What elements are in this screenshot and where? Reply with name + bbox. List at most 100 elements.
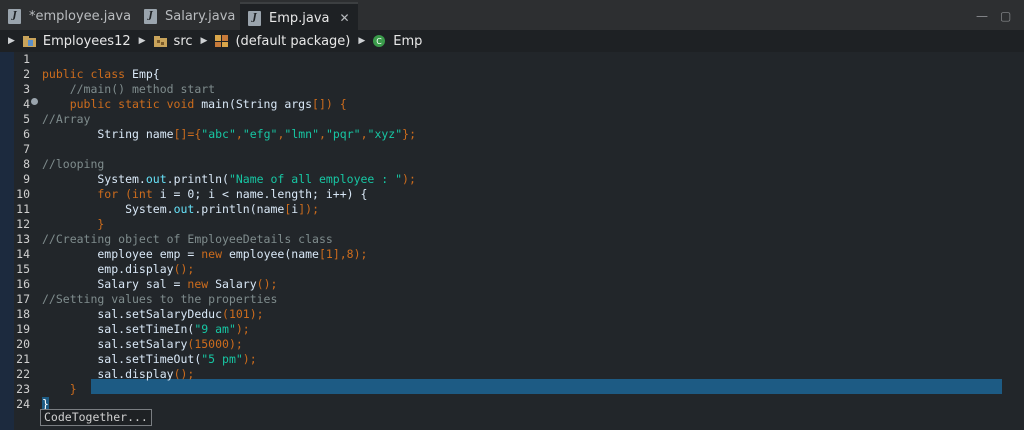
code-line: 9 System.out.println("Name of all employ… bbox=[0, 172, 1024, 187]
line-number: 17 bbox=[16, 292, 30, 306]
line-number: 8 bbox=[23, 157, 30, 171]
maximize-icon[interactable]: ▢ bbox=[1000, 9, 1011, 23]
code-text: System.out.println("Name of all employee… bbox=[42, 172, 416, 186]
code-text: } bbox=[42, 382, 77, 396]
tab-emp-java[interactable]: J Emp.java ✕ bbox=[240, 2, 358, 32]
code-text: sal.setSalaryDeduc(101); bbox=[42, 307, 264, 321]
breadcrumb-label: Emp bbox=[393, 33, 423, 49]
line-number: 19 bbox=[16, 322, 30, 336]
minimize-icon[interactable]: — bbox=[976, 9, 988, 23]
line-number: 7 bbox=[23, 142, 30, 156]
code-text: //main() method start bbox=[42, 82, 216, 96]
package-icon bbox=[215, 35, 229, 47]
code-line: 14 employee emp = new employee(name[1],8… bbox=[0, 247, 1024, 262]
code-line: 21 sal.setTimeOut("5 pm"); bbox=[0, 352, 1024, 367]
codetogether-hint[interactable]: CodeTogether... bbox=[40, 409, 152, 426]
code-text: for (int i = 0; i < name.length; i++) { bbox=[42, 187, 368, 201]
breadcrumb-label: Employees12 bbox=[42, 33, 131, 49]
class-icon: C bbox=[373, 35, 386, 47]
code-line: 23 } bbox=[0, 382, 1024, 397]
code-line: 10 for (int i = 0; i < name.length; i++)… bbox=[0, 187, 1024, 202]
line-number: 13 bbox=[16, 232, 30, 246]
code-text: System.out.println(name[i]); bbox=[42, 202, 320, 216]
tab-label: Salary.java bbox=[165, 8, 236, 24]
code-text: employee emp = new employee(name[1],8); bbox=[42, 247, 368, 261]
code-line: 3 //main() method start bbox=[0, 82, 1024, 97]
code-line: 15 emp.display(); bbox=[0, 262, 1024, 277]
code-text: Salary sal = new Salary(); bbox=[42, 277, 278, 291]
code-line: 19 sal.setTimeIn("9 am"); bbox=[0, 322, 1024, 337]
java-file-icon: J bbox=[248, 10, 261, 26]
editor-tab-bar: J *employee.java J Salary.java J Emp.jav… bbox=[0, 0, 1024, 32]
line-number: 12 bbox=[16, 217, 30, 231]
line-number: 2 bbox=[23, 67, 30, 81]
code-line: 7 bbox=[0, 142, 1024, 157]
code-text: //Setting values to the properties bbox=[42, 292, 278, 306]
svg-text:C: C bbox=[376, 37, 382, 46]
line-number: 4 bbox=[23, 97, 30, 111]
code-line: 13 //Creating object of EmployeeDetails c… bbox=[0, 232, 1024, 247]
code-line: 8 //looping bbox=[0, 157, 1024, 172]
project-icon bbox=[22, 36, 36, 47]
line-number: 3 bbox=[23, 82, 30, 96]
tab-employee-java[interactable]: J *employee.java bbox=[8, 4, 131, 28]
code-line: 4 public static void main(String args[])… bbox=[0, 97, 1024, 112]
chevron-right-icon[interactable]: ▶ bbox=[358, 36, 365, 46]
line-number: 22 bbox=[16, 367, 30, 381]
line-number: 23 bbox=[16, 382, 30, 396]
code-line: 20 sal.setSalary(15000); bbox=[0, 337, 1024, 352]
code-line: 5 //Array bbox=[0, 112, 1024, 127]
close-icon[interactable]: ✕ bbox=[340, 11, 350, 25]
code-line: 16 Salary sal = new Salary(); bbox=[0, 277, 1024, 292]
java-file-icon: J bbox=[144, 8, 157, 24]
code-text: sal.setTimeOut("5 pm"); bbox=[42, 352, 257, 366]
breadcrumb-project[interactable]: Employees12 bbox=[22, 34, 131, 49]
code-text: emp.display(); bbox=[42, 262, 195, 276]
code-line: 18 sal.setSalaryDeduc(101); bbox=[0, 307, 1024, 322]
line-number: 6 bbox=[23, 127, 30, 141]
code-editor[interactable]: 1 2 public class Emp{ 3 //main() method s… bbox=[0, 52, 1024, 430]
code-line: 24} bbox=[0, 397, 1024, 412]
source-folder-icon bbox=[153, 36, 167, 47]
breadcrumb: ▶ Employees12 ▶ src ▶ (default package) … bbox=[0, 30, 1024, 52]
line-number: 10 bbox=[16, 187, 30, 201]
code-line: 2 public class Emp{ bbox=[0, 67, 1024, 82]
line-number: 20 bbox=[16, 337, 30, 351]
line-number: 16 bbox=[16, 277, 30, 291]
code-text: sal.display(); bbox=[42, 367, 195, 381]
code-text: public class Emp{ bbox=[42, 67, 160, 81]
breadcrumb-src[interactable]: src bbox=[153, 34, 193, 49]
line-number: 14 bbox=[16, 247, 30, 261]
java-file-icon: J bbox=[8, 8, 21, 24]
code-text: //Array bbox=[42, 112, 91, 126]
chevron-right-icon[interactable]: ▶ bbox=[8, 36, 15, 46]
breadcrumb-class[interactable]: C Emp bbox=[372, 34, 422, 49]
code-text: String name[]={"abc","efg","lmn","pqr","… bbox=[42, 127, 416, 141]
chevron-right-icon[interactable]: ▶ bbox=[201, 36, 208, 46]
line-number: 24 bbox=[16, 397, 30, 411]
code-text: //Creating object of EmployeeDetails cla… bbox=[42, 232, 333, 246]
line-number: 9 bbox=[23, 172, 30, 186]
tab-label: Emp.java bbox=[269, 10, 330, 26]
line-number: 15 bbox=[16, 262, 30, 276]
code-line: 11 System.out.println(name[i]); bbox=[0, 202, 1024, 217]
code-line: 6 String name[]={"abc","efg","lmn","pqr"… bbox=[0, 127, 1024, 142]
breadcrumb-label: (default package) bbox=[235, 33, 351, 49]
code-line: 22 sal.display(); bbox=[0, 367, 1024, 382]
code-text: sal.setTimeIn("9 am"); bbox=[42, 322, 250, 336]
chevron-right-icon[interactable]: ▶ bbox=[139, 36, 146, 46]
code-text: public static void main(String args[]) { bbox=[42, 97, 347, 111]
code-line: 1 bbox=[0, 52, 1024, 67]
tab-salary-java[interactable]: J Salary.java bbox=[144, 4, 235, 28]
code-text: //looping bbox=[42, 157, 105, 171]
breadcrumb-package[interactable]: (default package) bbox=[214, 34, 350, 49]
line-number: 18 bbox=[16, 307, 30, 321]
line-number: 1 bbox=[23, 52, 30, 66]
tab-label: *employee.java bbox=[29, 8, 132, 24]
code-line: 12 } bbox=[0, 217, 1024, 232]
code-line: 17 //Setting values to the properties bbox=[0, 292, 1024, 307]
breadcrumb-label: src bbox=[173, 33, 193, 49]
code-text: sal.setSalary(15000); bbox=[42, 337, 243, 351]
line-number: 21 bbox=[16, 352, 30, 366]
line-number: 5 bbox=[23, 112, 30, 126]
